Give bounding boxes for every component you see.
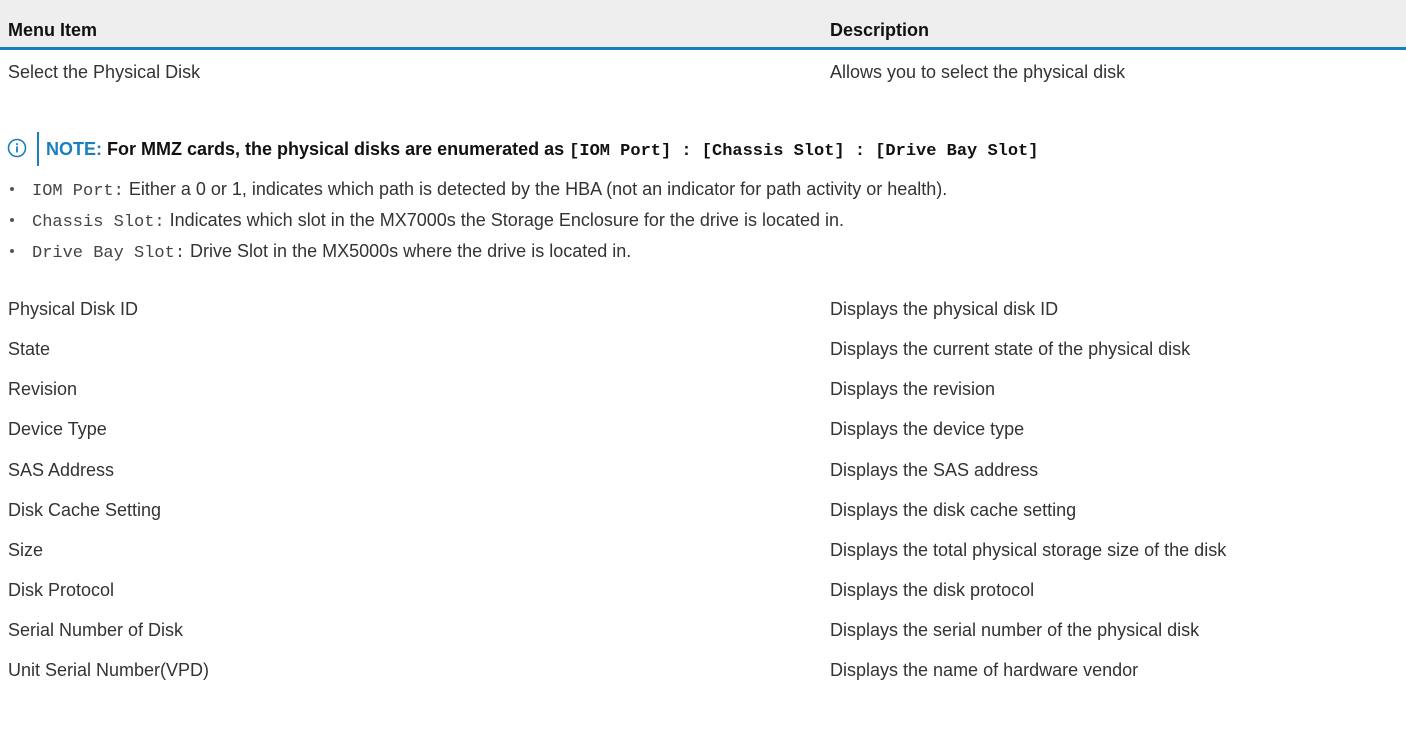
note-text: NOTE: For MMZ cards, the physical disks … [46,137,1038,164]
menu-item-cell: Unit Serial Number(VPD) [8,660,210,680]
bullet-term: IOM Port [32,182,114,201]
bullet-desc: Indicates which slot in the MX7000s the … [164,210,844,230]
menu-item-cell: Device Type [8,419,107,439]
menu-item-cell: Physical Disk ID [8,299,139,319]
table-row: Serial Number of Disk Displays the seria… [0,610,1406,650]
table-row: Disk Cache Setting Displays the disk cac… [0,490,1406,530]
table-row: SAS Address Displays the SAS address [0,450,1406,490]
table-row: Unit Serial Number(VPD) Displays the nam… [0,650,1406,690]
note-code: [IOM Port] : [Chassis Slot] : [Drive Bay… [569,142,1039,161]
menu-item-cell: SAS Address [8,460,115,480]
table-row: Size Displays the total physical storage… [0,530,1406,570]
table-row: Disk Protocol Displays the disk protocol [0,570,1406,610]
info-icon [7,138,27,158]
bullet-sep: : [154,213,165,232]
list-item: Drive Bay Slot: Drive Slot in the MX5000… [0,236,1406,266]
column-header-menu-item: Menu Item [8,20,98,40]
description-cell: Displays the name of hardware vendor [830,660,1139,680]
description-cell: Displays the SAS address [830,460,1039,480]
note-callout: NOTE: For MMZ cards, the physical disks … [0,127,1406,171]
bullet-sep: : [174,244,186,263]
description-cell: Displays the current state of the physic… [830,339,1191,359]
description-cell: Displays the disk protocol [830,580,1035,600]
note-label: NOTE: [46,139,102,159]
table-row: State Displays the current state of the … [0,329,1406,369]
note-body: For MMZ cards, the physical disks are en… [102,139,570,159]
description-cell: Displays the disk cache setting [830,500,1077,520]
note-divider [37,132,39,166]
bullet-icon [10,218,14,222]
menu-item-cell: Revision [8,379,78,399]
menu-item-cell: State [8,339,51,359]
bullet-term: Chassis Slot [32,213,155,232]
bullet-desc: Drive Slot in the MX5000s where the driv… [185,241,632,261]
bullet-text: Drive Bay Slot: Drive Slot in the MX5000… [32,239,631,266]
table-row: Physical Disk ID Displays the physical d… [0,289,1406,329]
description-cell: Displays the revision [830,379,996,399]
menu-item-cell: Serial Number of Disk [8,620,184,640]
table-row: Revision Displays the revision [0,369,1406,409]
list-item: Chassis Slot: Indicates which slot in th… [0,205,1406,235]
table-row: Select the Physical Disk Allows you to s… [0,52,1406,92]
bullet-sep: : [113,182,124,201]
description-cell: Displays the device type [830,419,1025,439]
bullet-desc: Either a 0 or 1, indicates which path is… [123,179,948,199]
bullet-term: Drive Bay Slot [32,244,175,263]
bullet-text: IOM Port: Either a 0 or 1, indicates whi… [32,177,947,204]
table-row: Device Type Displays the device type [0,409,1406,449]
column-header-description: Description [830,20,930,40]
menu-item-cell: Size [8,540,44,560]
description-cell: Displays the total physical storage size… [830,540,1227,560]
list-item: IOM Port: Either a 0 or 1, indicates whi… [0,174,1406,204]
menu-item-cell: Select the Physical Disk [8,62,201,82]
description-cell: Displays the serial number of the physic… [830,620,1200,640]
menu-item-cell: Disk Protocol [8,580,115,600]
table-header: Menu Item Description [0,0,1406,50]
bullet-icon [10,187,14,191]
bullet-icon [10,249,14,253]
description-cell: Displays the physical disk ID [830,299,1059,319]
menu-item-cell: Disk Cache Setting [8,500,162,520]
bullet-text: Chassis Slot: Indicates which slot in th… [32,208,844,235]
description-cell: Allows you to select the physical disk [830,62,1126,82]
